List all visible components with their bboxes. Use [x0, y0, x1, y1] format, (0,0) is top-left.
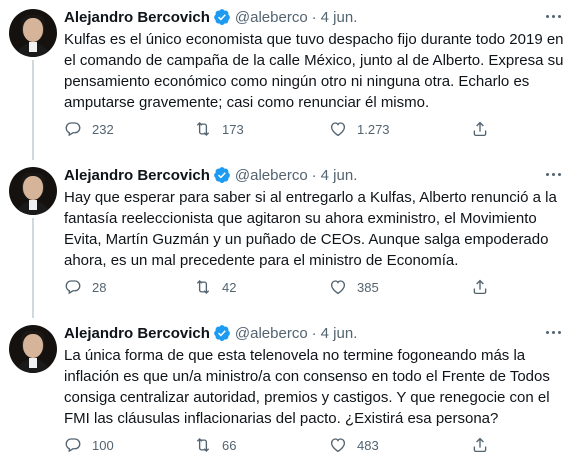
heart-icon	[330, 438, 346, 453]
tweet-text-line: amputarse gravemente; casi como renuncia…	[64, 94, 430, 111]
author-name[interactable]: Alejandro Bercovich	[64, 325, 210, 342]
tweet[interactable]: Alejandro Bercovich @aleberco · 4 jun. H…	[0, 158, 575, 318]
retweet-button[interactable]: 173	[194, 120, 244, 138]
reply-button[interactable]: 232	[64, 120, 114, 138]
thread-line	[32, 218, 34, 318]
reply-icon	[65, 280, 81, 295]
retweet-icon	[196, 122, 210, 136]
author-name[interactable]: Alejandro Bercovich	[64, 167, 210, 184]
tweet-actions: 28 42 385	[64, 278, 544, 298]
tweet-text-line: el comando de campaña de la calle México…	[64, 52, 564, 69]
avatar[interactable]	[9, 167, 57, 215]
like-button[interactable]: 385	[329, 278, 379, 296]
reply-count: 232	[92, 121, 114, 137]
separator: ·	[311, 166, 317, 184]
reply-count: 28	[92, 279, 107, 295]
tweet-text: Hay que esperar para saber si al entrega…	[64, 187, 569, 271]
retweet-count: 173	[222, 121, 244, 137]
share-icon	[473, 121, 487, 137]
tweet-actions: 232 173 1.273	[64, 120, 544, 140]
retweet-icon	[196, 438, 210, 452]
more-options-icon[interactable]	[543, 9, 563, 23]
retweet-button[interactable]: 42	[194, 278, 236, 296]
tweet-text-line: Evita, Martín Guzmán y un puñado de CEOs…	[64, 231, 549, 248]
reply-count: 100	[92, 437, 114, 453]
tweet-text: Kulfas es el único economista que tuvo d…	[64, 29, 569, 113]
tweet-text-line: pensamiento económico como ningún otro n…	[64, 73, 530, 90]
more-options-icon[interactable]	[543, 167, 563, 181]
retweet-icon	[196, 280, 210, 294]
tweet-text-line: inflación es que un/a ministro/a con con…	[64, 368, 550, 385]
tweet-text-line: Hay que esperar para saber si al entrega…	[64, 189, 557, 206]
tweet-text-line: La única forma de que esta telenovela no…	[64, 347, 526, 364]
verified-badge-icon	[214, 325, 230, 341]
tweet-date[interactable]: 4 jun.	[321, 325, 358, 342]
share-icon	[473, 279, 487, 295]
heart-icon	[330, 122, 346, 137]
author-handle[interactable]: @aleberco	[235, 325, 308, 342]
more-options-icon[interactable]	[543, 325, 563, 339]
like-count: 385	[357, 279, 379, 295]
like-button[interactable]: 1.273	[329, 120, 390, 138]
retweet-count: 42	[222, 279, 237, 295]
separator: ·	[311, 324, 317, 342]
tweet-date[interactable]: 4 jun.	[321, 9, 358, 26]
author-handle[interactable]: @aleberco	[235, 9, 308, 26]
tweet[interactable]: Alejandro Bercovich @aleberco · 4 jun. L…	[0, 316, 575, 475]
reply-button[interactable]: 28	[64, 278, 106, 296]
tweet-text-line: FMI las cláusulas inflacionarias del pac…	[64, 410, 499, 427]
tweet-actions: 100 66 483	[64, 436, 544, 456]
tweet-text-line: Kulfas es el único economista que tuvo d…	[64, 31, 564, 48]
retweet-count: 66	[222, 437, 237, 453]
like-count: 483	[357, 437, 379, 453]
author-name[interactable]: Alejandro Bercovich	[64, 9, 210, 26]
like-count: 1.273	[357, 121, 390, 137]
share-button[interactable]	[471, 436, 489, 454]
tweet-header: Alejandro Bercovich @aleberco · 4 jun.	[64, 163, 357, 187]
reply-button[interactable]: 100	[64, 436, 114, 454]
tweet-text-line: fantasía reeleccionista que agitaron su …	[64, 210, 537, 227]
tweet-date[interactable]: 4 jun.	[321, 167, 358, 184]
like-button[interactable]: 483	[329, 436, 379, 454]
tweet-text-line: consiga centralizar autoridad, premios y…	[64, 389, 550, 406]
retweet-button[interactable]: 66	[194, 436, 236, 454]
share-button[interactable]	[471, 278, 489, 296]
avatar[interactable]	[9, 9, 57, 57]
tweet[interactable]: Alejandro Bercovich @aleberco · 4 jun. K…	[0, 0, 575, 160]
tweet-text-line: ahora, es un mal precedente para el mini…	[64, 252, 459, 269]
reply-icon	[65, 438, 81, 453]
tweet-header: Alejandro Bercovich @aleberco · 4 jun.	[64, 321, 357, 345]
reply-icon	[65, 122, 81, 137]
share-button[interactable]	[471, 120, 489, 138]
tweet-text: La única forma de que esta telenovela no…	[64, 345, 569, 429]
verified-badge-icon	[214, 167, 230, 183]
share-icon	[473, 437, 487, 453]
avatar[interactable]	[9, 325, 57, 373]
thread-line	[32, 60, 34, 160]
tweet-header: Alejandro Bercovich @aleberco · 4 jun.	[64, 5, 357, 29]
heart-icon	[330, 280, 346, 295]
verified-badge-icon	[214, 9, 230, 25]
separator: ·	[311, 8, 317, 26]
author-handle[interactable]: @aleberco	[235, 167, 308, 184]
